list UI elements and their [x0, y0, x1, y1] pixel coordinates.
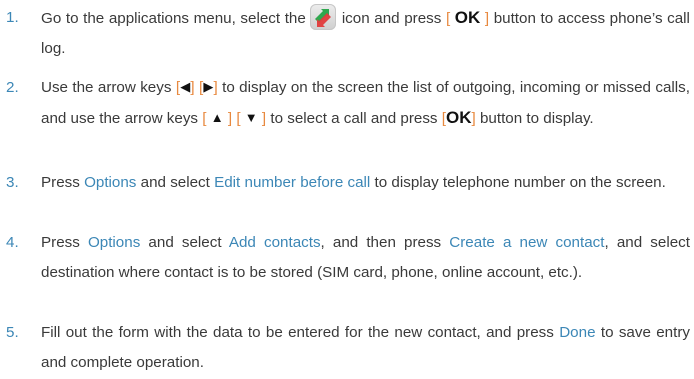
up-arrow-icon: ▲	[210, 110, 224, 125]
step-text: Press Options and select Add contacts, a…	[41, 228, 690, 288]
step-text: Go to the applications menu, select the i…	[41, 3, 690, 64]
options-softkey-label: Options	[87, 234, 141, 251]
step-text: Use the arrow keys [◀] [▶] to display on…	[41, 73, 690, 134]
step-text-segment: button to display.	[479, 110, 594, 127]
ok-key-label: OK	[454, 8, 481, 27]
step-text-segment: icon and press	[341, 10, 442, 27]
bracket: ]	[213, 79, 218, 96]
step-number: 3.	[6, 174, 19, 191]
ok-key-label: OK	[445, 108, 472, 127]
bracket: ]	[227, 110, 233, 127]
step-number: 5.	[6, 324, 19, 341]
create-contact-menu-label: Create a new contact	[449, 234, 605, 251]
step-text-segment: Fill out the form with the data to be en…	[41, 324, 554, 341]
call-log-icon	[309, 4, 336, 30]
step-text-segment: Go to the applications menu, select the	[41, 10, 306, 27]
edit-number-menu-label: Edit number before call	[214, 174, 371, 191]
done-softkey-label: Done	[559, 324, 596, 341]
step-number: 4.	[6, 234, 19, 251]
bracket: [	[236, 110, 241, 127]
bracket: ]	[471, 110, 476, 127]
bracket: ]	[484, 10, 490, 27]
bracket: ]	[261, 110, 267, 127]
step-text: Press Options and select Edit number bef…	[41, 168, 690, 198]
bracket: [	[445, 10, 451, 27]
step-text-segment: Press	[41, 234, 80, 251]
down-arrow-icon: ▼	[244, 110, 258, 125]
step-text-segment: to select a call and press	[270, 110, 438, 127]
step-text: Fill out the form with the data to be en…	[41, 318, 690, 378]
step-text-segment: Use the arrow keys	[41, 79, 172, 96]
step-text-segment: Press	[41, 174, 80, 191]
bracket: ]	[190, 79, 195, 96]
step-text-segment: and select	[140, 174, 210, 191]
step-text-segment: , and then press	[320, 234, 442, 251]
right-arrow-icon: ▶	[203, 79, 214, 94]
step-text-segment: and select	[148, 234, 222, 251]
step-number: 1.	[6, 9, 19, 26]
add-contacts-menu-label: Add contacts	[228, 234, 321, 251]
step-text-segment: to display telephone number on the scree…	[374, 174, 666, 191]
options-softkey-label: Options	[84, 174, 137, 191]
step-number: 2.	[6, 79, 19, 96]
left-arrow-icon: ◀	[180, 79, 191, 94]
bracket: [	[202, 110, 207, 127]
